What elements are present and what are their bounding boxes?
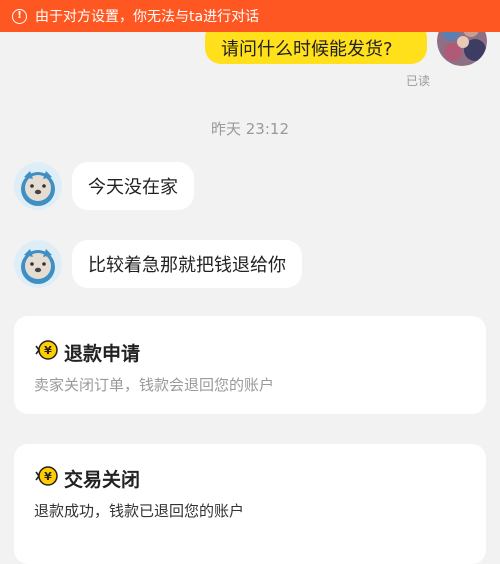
received-message-text: 比较着急那就把钱退给你	[88, 255, 286, 276]
read-status: 已读	[405, 74, 430, 88]
received-message-bubble[interactable]: 比较着急那就把钱退给你	[72, 240, 302, 288]
transaction-closed-card[interactable]: ¥ 交易关闭 退款成功，钱款已退回您的账户	[14, 444, 486, 564]
card-title: 退款申请	[64, 342, 141, 365]
svg-text:¥: ¥	[44, 344, 52, 357]
exclamation-circle-icon: !	[12, 8, 27, 24]
refund-coin-icon: ¥	[34, 339, 58, 365]
received-message-text: 今天没在家	[88, 177, 178, 198]
chat-restriction-banner: ! 由于对方设置，你无法与ta进行对话	[0, 0, 500, 32]
svg-text:¥: ¥	[44, 470, 52, 483]
seller-avatar-icon[interactable]	[14, 162, 62, 210]
refund-coin-icon: ¥	[34, 465, 58, 491]
card-description: 卖家关闭订单，钱款会退回您的账户	[34, 376, 275, 394]
received-message-bubble[interactable]: 今天没在家	[72, 162, 194, 210]
sent-message-text: 请问什么时候能发货?	[221, 39, 393, 60]
banner-text: 由于对方设置，你无法与ta进行对话	[35, 9, 260, 25]
refund-request-card[interactable]: ¥ 退款申请 卖家关闭订单，钱款会退回您的账户	[14, 316, 486, 414]
seller-avatar-icon[interactable]	[14, 240, 62, 288]
card-description: 退款成功，钱款已退回您的账户	[34, 502, 245, 520]
message-timestamp: 昨天 23:12	[211, 120, 289, 138]
card-title: 交易关闭	[64, 468, 141, 491]
